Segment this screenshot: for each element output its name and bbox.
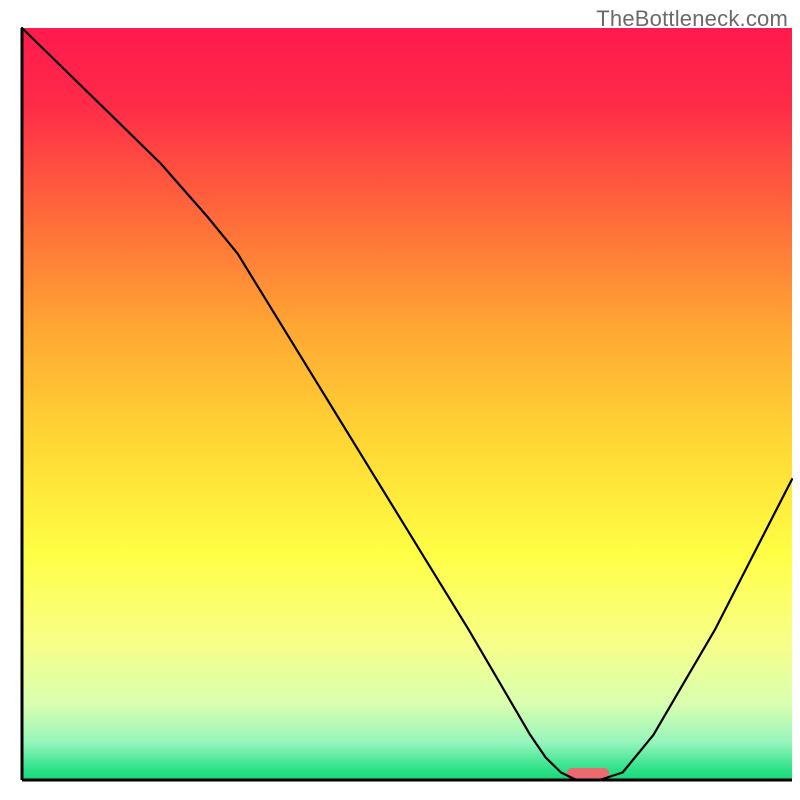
watermark-label: TheBottleneck.com	[596, 6, 788, 32]
bottleneck-chart: TheBottleneck.com	[0, 0, 800, 800]
chart-svg	[0, 0, 800, 800]
